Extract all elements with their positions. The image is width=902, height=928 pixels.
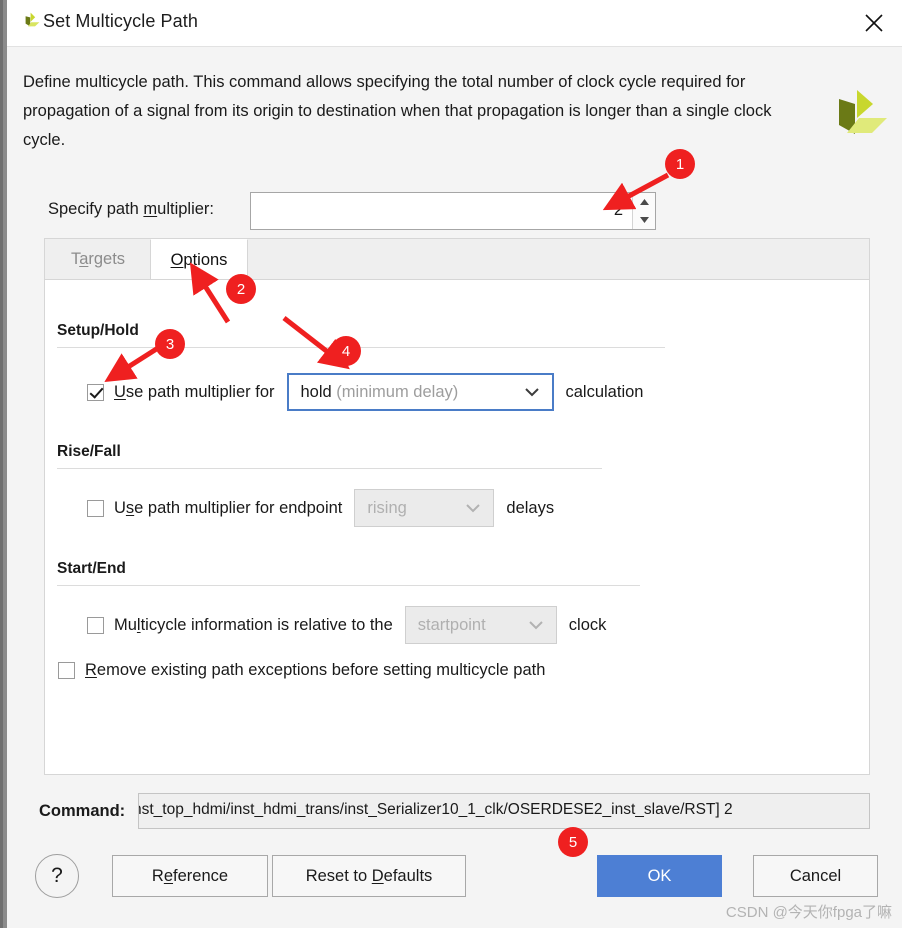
start-end-point-combo-value: startpoint [417,615,486,634]
remove-exceptions-row: Remove existing path exceptions before s… [58,661,545,680]
use-multiplier-endpoint-checkbox[interactable] [87,499,104,517]
start-end-row: Multicycle information is relative to th… [87,606,606,644]
tab-targets-label: Targets [70,250,126,268]
remove-exceptions-checkbox[interactable] [58,662,75,679]
annotation-badge-3: 3 [155,329,185,359]
rise-fall-edge-combo: rising [354,489,495,527]
start-end-point-combo: startpoint [404,606,557,644]
use-multiplier-endpoint-label: Use path multiplier for endpoint [114,498,343,517]
setup-hold-group-title: Setup/Hold [57,322,139,339]
start-end-trailing-text: clock [568,615,607,634]
reference-button-label: Reference [151,866,229,885]
tab-options[interactable]: Options [150,239,248,280]
setup-hold-divider [57,347,665,348]
start-end-divider [57,585,640,586]
vivado-pinwheel-icon [19,11,43,35]
setuphold-delay-combo-value: hold (minimum delay) [300,382,459,401]
setup-hold-row: Use path multiplier for hold (minimum de… [87,373,643,411]
command-value: nst_top_hdmi/inst_hdmi_trans/inst_Serial… [138,801,733,818]
cancel-button[interactable]: Cancel [753,855,878,897]
close-icon[interactable] [846,0,902,45]
tab-options-label: Options [170,250,228,269]
rise-fall-row: Use path multiplier for endpoint rising … [87,489,554,527]
path-multiplier-spinner[interactable]: 2 [250,192,656,230]
tab-strip: Targets Options [44,238,870,280]
window-edge-strip-inner [0,0,3,928]
chevron-down-icon [524,387,540,397]
annotation-badge-4: 4 [331,336,361,366]
reset-to-defaults-button[interactable]: Reset to Defaults [272,855,466,897]
window-edge-strip [0,0,7,928]
window-title: Set Multicycle Path [43,11,198,31]
path-multiplier-value: 2 [613,201,623,219]
rise-fall-divider [57,468,602,469]
rise-fall-edge-combo-value: rising [367,498,407,517]
vivado-brand-logo-icon [825,86,891,152]
rise-fall-group-title: Rise/Fall [57,443,121,460]
set-multicycle-path-dialog: Set Multicycle Path Define multicycle pa… [7,0,902,928]
chevron-down-icon [528,620,544,630]
command-field[interactable]: nst_top_hdmi/inst_hdmi_trans/inst_Serial… [138,793,870,829]
rise-fall-trailing-text: delays [506,498,555,517]
spinner-up-icon[interactable] [633,193,655,211]
reference-button[interactable]: Reference [112,855,268,897]
use-multiplier-setuphold-label: Use path multiplier for [114,382,275,401]
ok-button[interactable]: OK [597,855,722,897]
setuphold-delay-combo[interactable]: hold (minimum delay) [286,373,554,411]
help-button[interactable]: ? [35,854,79,898]
reset-to-defaults-button-label: Reset to Defaults [305,866,433,885]
chevron-down-icon [465,503,481,513]
tab-targets[interactable]: Targets [46,239,150,280]
remove-exceptions-label: Remove existing path exceptions before s… [85,661,546,679]
title-bar: Set Multicycle Path [7,0,902,47]
annotation-badge-5: 5 [558,827,588,857]
dialog-description: Define multicycle path. This command all… [23,73,772,149]
annotation-badge-2: 2 [226,274,256,304]
relative-to-clock-checkbox[interactable] [87,616,104,634]
csdn-watermark: CSDN @今天你fpga了嘛 [725,904,892,921]
spinner-down-icon[interactable] [633,211,655,229]
start-end-group-title: Start/End [57,560,126,577]
path-multiplier-label: Specify path multiplier: [48,200,214,218]
use-multiplier-setuphold-checkbox[interactable] [87,383,104,401]
annotation-badge-1: 1 [665,149,695,179]
spinner-arrows [632,193,655,229]
setuphold-trailing-text: calculation [565,382,644,401]
relative-to-clock-label: Multicycle information is relative to th… [114,615,393,634]
command-label: Command: [39,802,126,820]
